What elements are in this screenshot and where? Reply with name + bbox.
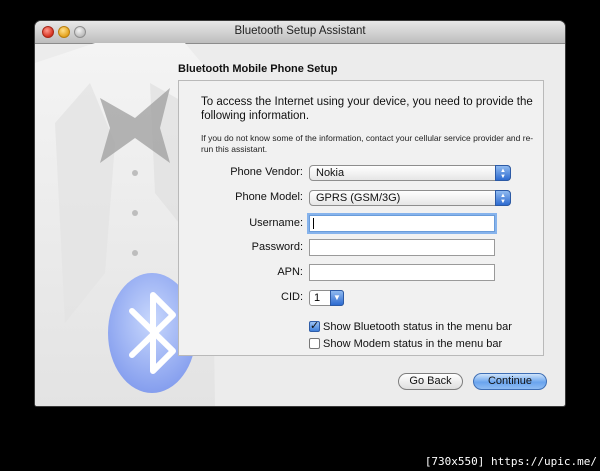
checkbox-unchecked-icon[interactable]	[309, 338, 320, 349]
title-bar: Bluetooth Setup Assistant	[35, 21, 565, 44]
go-back-button[interactable]: Go Back	[398, 373, 463, 390]
phone-vendor-popup[interactable]: Nokia ▲ ▼	[309, 165, 511, 181]
watermark-text: [730x550] https://upic.me/	[424, 455, 597, 468]
show-modem-status-checkbox[interactable]: Show Modem status in the menu bar	[309, 338, 502, 350]
chevron-updown-icon: ▲ ▼	[495, 190, 511, 206]
phone-vendor-label: Phone Vendor:	[230, 166, 303, 178]
continue-button[interactable]: Continue	[473, 373, 547, 390]
cid-value: 1	[314, 292, 321, 304]
username-label: Username:	[249, 217, 303, 229]
form-panel: To access the Internet using your device…	[178, 80, 544, 356]
intro-text: To access the Internet using your device…	[201, 96, 533, 122]
section-title: Bluetooth Mobile Phone Setup	[178, 63, 338, 75]
chevron-down-icon: ▼	[330, 290, 344, 306]
setup-assistant-window: Bluetooth Setup Assistant Bluetooth Mobi…	[35, 21, 565, 406]
apn-field[interactable]	[309, 264, 495, 281]
show-bluetooth-status-label: Show Bluetooth status in the menu bar	[323, 321, 512, 333]
password-label: Password:	[251, 241, 303, 253]
checkbox-checked-icon[interactable]	[309, 319, 320, 332]
phone-model-value: GPRS (GSM/3G)	[316, 192, 401, 204]
show-bluetooth-status-checkbox[interactable]: Show Bluetooth status in the menu bar	[309, 319, 512, 333]
password-field[interactable]	[309, 239, 495, 256]
username-field[interactable]	[309, 215, 495, 232]
note-text: If you do not know some of the informati…	[201, 133, 534, 154]
show-modem-status-label: Show Modem status in the menu bar	[323, 338, 503, 350]
phone-model-label: Phone Model:	[235, 191, 303, 203]
phone-model-popup[interactable]: GPRS (GSM/3G) ▲ ▼	[309, 190, 511, 206]
cid-popup[interactable]: 1 ▼	[309, 290, 344, 306]
apn-label: APN:	[277, 266, 303, 278]
cid-label: CID:	[281, 291, 303, 303]
phone-vendor-value: Nokia	[316, 167, 345, 179]
chevron-updown-icon: ▲ ▼	[495, 165, 511, 181]
window-title: Bluetooth Setup Assistant	[234, 25, 366, 37]
